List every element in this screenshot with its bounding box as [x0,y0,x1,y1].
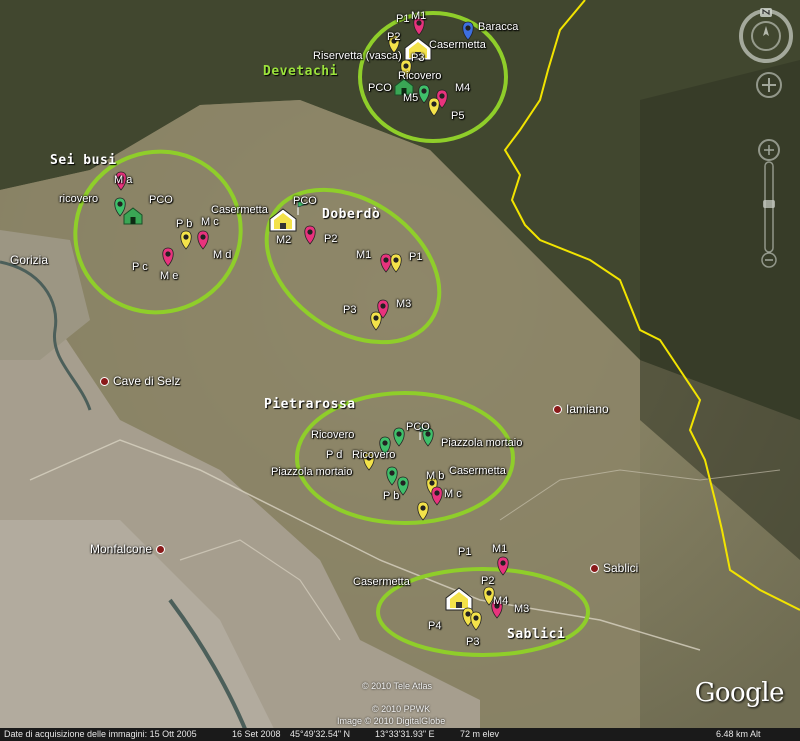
marker-label: Casermetta [449,465,506,477]
marker-label: Baracca [478,21,519,33]
marker-label: Ricovero [352,449,396,461]
place-iamiano-label: Iamiano [566,402,609,416]
marker-label: Casermetta [429,39,486,51]
marker-label: Riservetta (vasca) [313,50,402,62]
marker-label: P d [326,449,343,461]
marker-label: M1 [411,10,427,22]
marker-label: P b [383,490,400,502]
satellite-map[interactable] [0,0,800,741]
marker-label: PCO [406,421,430,433]
marker-label: PCO [368,82,392,94]
marker-label: P2 [481,575,495,587]
status-acquisition-date: Date di acquisizione delle immagini: 15 … [4,729,197,739]
place-gorizia: Gorizia [10,253,48,267]
google-logo: Google [694,678,785,708]
marker-label: M1 [356,249,372,261]
marker-label: P c [132,261,148,273]
marker-label: ricovero [59,193,99,205]
place-dot-icon [590,564,599,574]
status-eye-altitude: 6.48 km Alt [716,729,761,739]
group-title-sablici: Sablici [507,627,566,642]
marker-label: M2 [276,234,292,246]
place-dot-icon [553,405,562,415]
group-title-devetachi: Devetachi [263,64,338,79]
status-acquisition-date-2: 16 Set 2008 [232,729,281,739]
marker-label: M c [201,216,219,228]
place-sablici: Sablici [590,561,638,575]
group-title-doberdo: Doberdò [322,207,381,222]
place-gorizia-label: Gorizia [10,253,49,267]
group-title-sei-busi: Sei busi [50,153,117,168]
place-monfalcone-label: Monfalcone [90,542,153,556]
compass-icon[interactable] [738,6,794,66]
marker-label: P2 [387,31,401,43]
marker-label: PCO [293,195,317,207]
marker-label: M b [426,470,445,482]
marker-label: M3 [396,298,412,310]
marker-label: Casermetta [211,204,268,216]
zoom-slider-icon[interactable] [754,70,784,270]
marker-label: P1 [409,251,423,263]
group-title-pietrarossa: Pietrarossa [264,397,356,412]
marker-label: M5 [403,92,419,104]
marker-label: Piazzola mortaio [441,437,523,449]
place-dot-icon [156,545,166,555]
marker-label: Ricovero [398,70,442,82]
place-dot-icon [100,377,109,387]
marker-label: P4 [428,620,442,632]
place-sablici-label: Sablici [603,561,639,575]
place-cave-di-selz: Cave di Selz [100,374,180,388]
marker-label: M e [160,270,179,282]
marker-label: M4 [493,595,509,607]
marker-label: M c [444,488,462,500]
status-longitude: 13°33'31.93" E [375,729,435,739]
marker-label: M d [213,249,232,261]
marker-label: M4 [455,82,471,94]
copyright-digitalglobe: Image © 2010 DigitalGlobe [337,716,446,726]
marker-label: P b [176,218,193,230]
marker-label: Casermetta [353,576,410,588]
marker-label: PCO [149,194,173,206]
marker-label: Piazzola mortaio [271,466,353,478]
marker-label: P1 [458,546,472,558]
marker-label: P3 [343,304,357,316]
copyright-ppwk: © 2010 PPWK [372,704,431,714]
status-bar: Date di acquisizione delle immagini: 15 … [0,728,800,741]
marker-label: Ricovero [311,429,355,441]
place-iamiano: Iamiano [553,402,609,416]
marker-label: P3 [466,636,480,648]
marker-label: M1 [492,543,508,555]
place-monfalcone: Monfalcone [90,542,169,556]
status-latitude: 45°49'32.54" N [290,729,351,739]
marker-label: M a [114,174,133,186]
marker-label: P2 [324,233,338,245]
marker-label: P3 [411,52,425,64]
status-elevation: 72 m elev [460,729,500,739]
marker-label: P5 [451,110,465,122]
place-cave-label: Cave di Selz [113,374,181,388]
copyright-tele-atlas: © 2010 Tele Atlas [362,681,433,691]
marker-label: P1 [396,13,410,25]
marker-label: M3 [514,603,530,615]
